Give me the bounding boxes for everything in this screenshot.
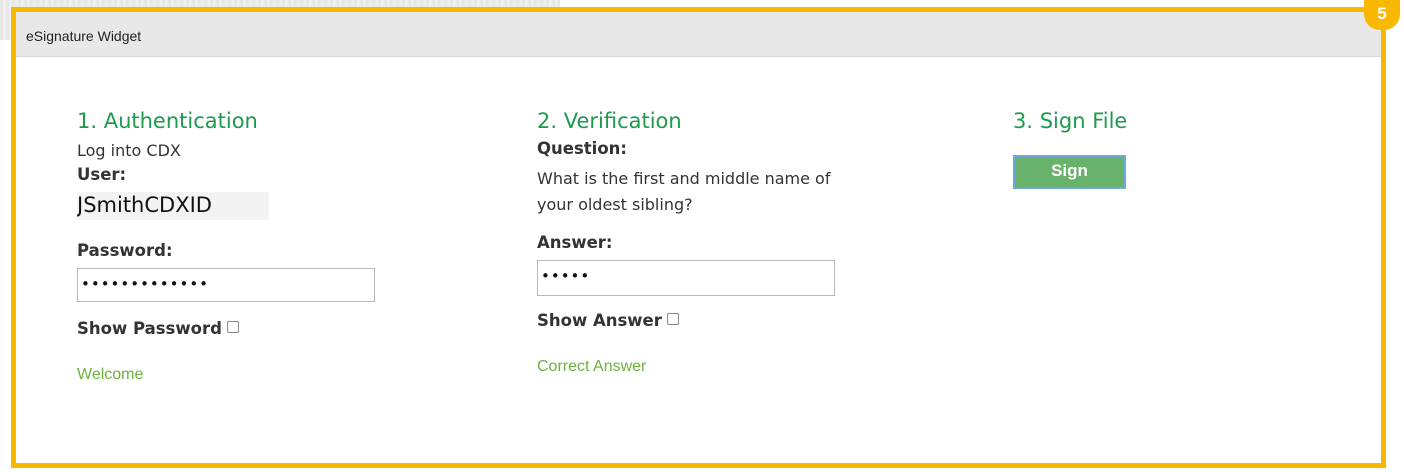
password-label: Password: (77, 241, 173, 260)
authentication-heading: 1. Authentication (77, 109, 258, 133)
authentication-status: Welcome (77, 366, 144, 383)
answer-label: Answer: (537, 233, 613, 252)
verification-heading: 2. Verification (537, 109, 682, 133)
step-number-badge: 5 (1364, 0, 1400, 30)
authentication-subtitle: Log into CDX (77, 141, 181, 160)
widget-titlebar: eSignature Widget (16, 12, 1381, 57)
show-answer-label: Show Answer (537, 311, 662, 330)
answer-field[interactable]: ••••• (537, 260, 835, 296)
password-field[interactable]: ••••••••••••• (77, 268, 375, 302)
sign-button[interactable]: Sign (1013, 155, 1126, 189)
question-text-line-1: What is the first and middle name of (537, 169, 831, 188)
show-password-toggle[interactable]: Show Password (77, 318, 239, 340)
esignature-widget: eSignature Widget 1. Authentication Log … (11, 7, 1386, 468)
sign-heading: 3. Sign File (1013, 109, 1128, 133)
show-answer-checkbox[interactable] (666, 313, 679, 325)
show-answer-toggle[interactable]: Show Answer (537, 310, 679, 332)
user-value: JSmithCDXID (77, 192, 269, 220)
show-password-label: Show Password (77, 319, 222, 338)
show-password-checkbox[interactable] (226, 321, 239, 333)
user-label: User: (77, 165, 127, 184)
question-text-line-2: your oldest sibling? (537, 195, 693, 214)
question-label: Question: (537, 139, 628, 158)
verification-status: Correct Answer (537, 358, 647, 375)
widget-title: eSignature Widget (26, 28, 142, 44)
